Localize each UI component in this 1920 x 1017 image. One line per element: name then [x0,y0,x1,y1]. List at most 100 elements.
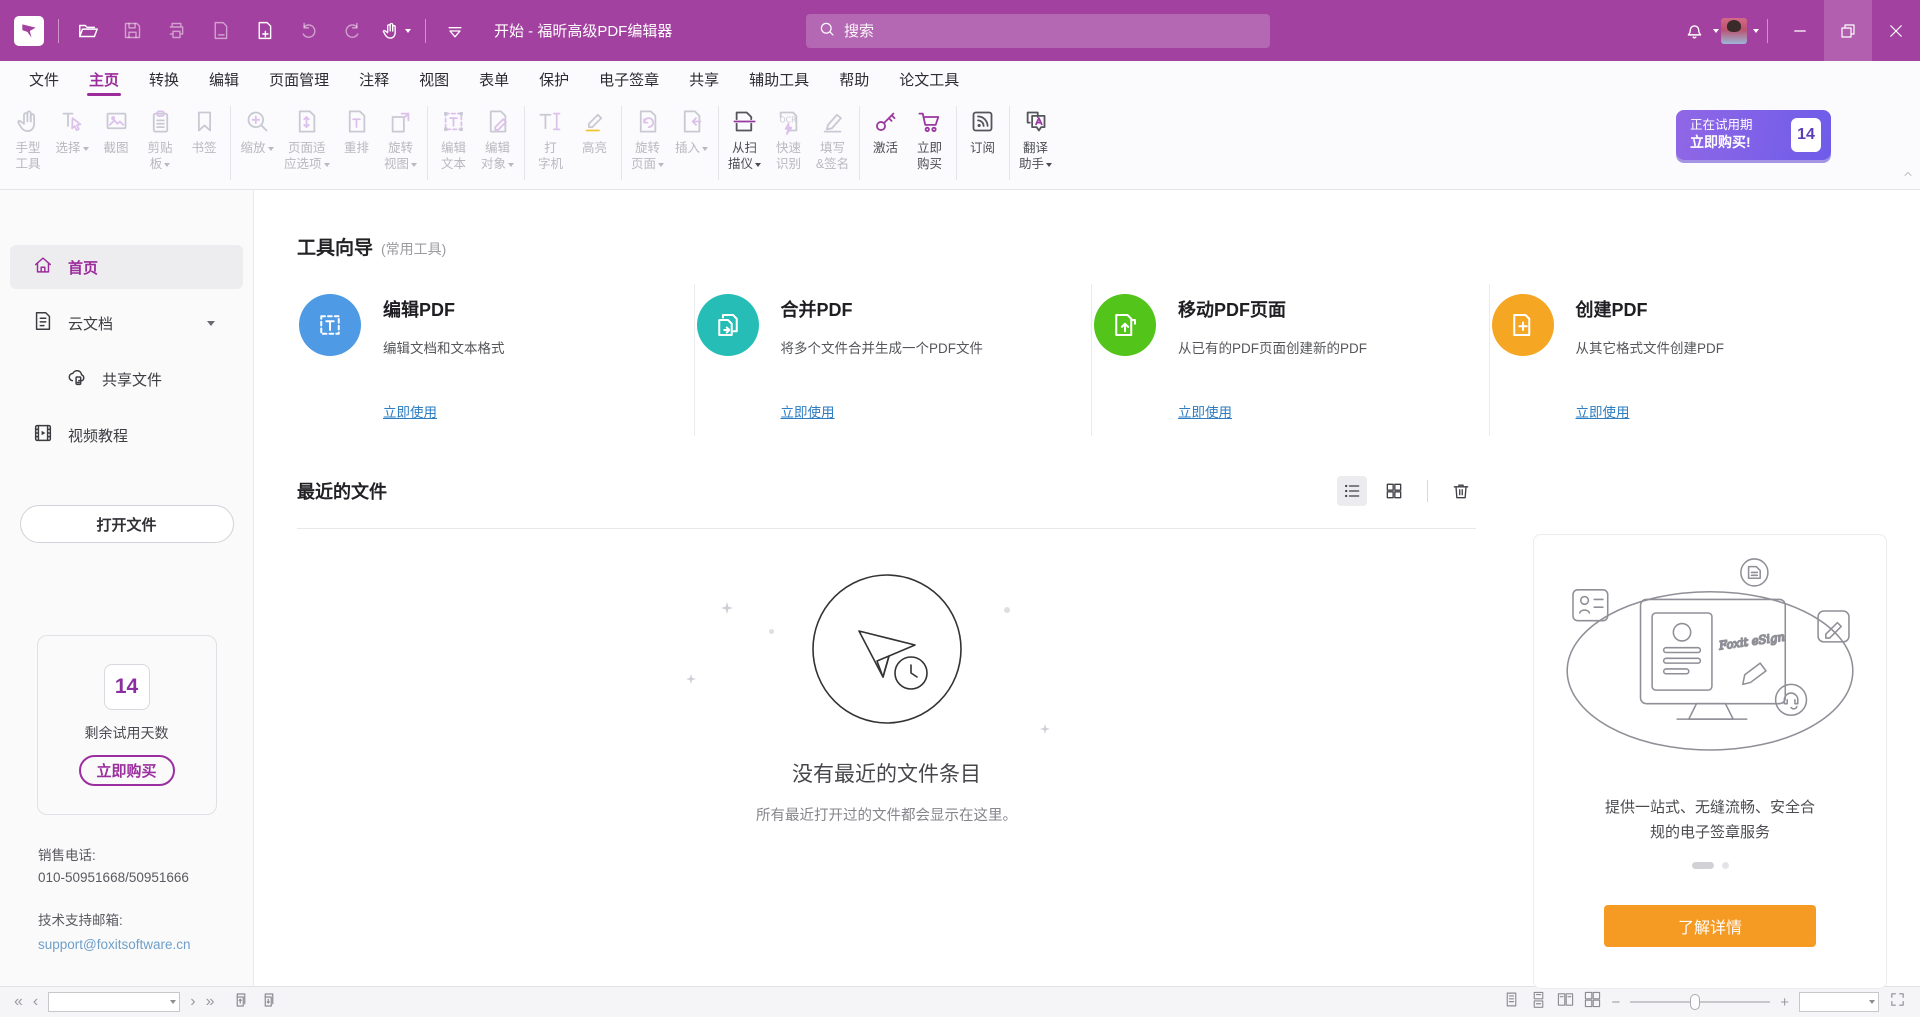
menu-accessibility[interactable]: 辅助工具 [734,61,824,98]
next-view-icon[interactable] [260,991,278,1014]
menu-protect[interactable]: 保护 [524,61,584,98]
trial-purchase-badge[interactable]: 正在试用期 立即购买! 14 [1676,110,1831,160]
open-file-main-button[interactable]: 打开文件 [20,505,234,543]
page-number-input[interactable] [52,995,170,1009]
add-pages-button[interactable] [249,16,279,46]
use-now-link[interactable]: 立即使用 [1576,401,1725,421]
clear-recent-trash-button[interactable] [1446,476,1476,506]
grid-view-button[interactable] [1379,476,1409,506]
tool-zoom[interactable]: 缩放 [235,104,279,156]
buy-now-button[interactable]: 立即购买 [79,755,175,786]
sidebar-item-cloud-docs[interactable]: 云文档 [10,301,243,345]
tool-fit-page[interactable]: 页面适 应选项 [279,104,335,173]
search-input[interactable] [844,23,1258,40]
next-page-button[interactable]: › [190,994,195,1010]
print-button[interactable] [161,16,191,46]
user-avatar[interactable] [1719,16,1749,46]
tool-typewriter[interactable]: 打 字机 [529,104,573,173]
tool-edit-object[interactable]: 编辑 对象 [476,104,520,173]
tool-reflow[interactable]: 重排 [335,104,379,156]
menu-paper-tools[interactable]: 论文工具 [884,61,974,98]
page-number-combo[interactable] [48,992,180,1012]
previous-page-button[interactable]: ‹ [33,994,38,1010]
search-box[interactable] [806,14,1270,48]
full-screen-icon[interactable] [1889,991,1906,1013]
ribbon-scroll-up-icon[interactable] [1902,167,1914,185]
tool-label: 高亮 [582,141,607,155]
tool-clipboard[interactable]: 剪贴 板 [138,104,182,173]
menu-view[interactable]: 视图 [404,61,464,98]
zoom-combo-caret-icon[interactable] [1869,1000,1875,1004]
zoom-in-button[interactable]: + [1780,994,1789,1011]
tool-bookmark[interactable]: 书签 [182,104,226,156]
first-page-button[interactable]: « [14,994,23,1010]
card-merge-pdf[interactable]: 合并PDF 将多个文件合并生成一个PDF文件 立即使用 [695,284,1093,436]
list-view-button[interactable] [1337,476,1367,506]
tool-rotate-view[interactable]: 旋转 视图 [379,104,423,173]
tool-edit-text[interactable]: 编辑 文本 [432,104,476,173]
delete-pages-button[interactable] [205,16,235,46]
learn-more-button[interactable]: 了解详情 [1604,905,1816,947]
tool-snapshot[interactable]: 截图 [94,104,138,156]
card-move-pdf-pages[interactable]: 移动PDF页面 从已有的PDF页面创建新的PDF 立即使用 [1092,284,1490,436]
use-now-link[interactable]: 立即使用 [781,401,984,421]
restore-window-button[interactable] [1824,0,1872,61]
last-page-button[interactable]: » [206,994,215,1010]
close-button[interactable] [1872,0,1920,61]
tool-insert-pages[interactable]: 插入 [670,104,714,156]
carousel-dot[interactable] [1722,862,1729,869]
menu-file[interactable]: 文件 [14,61,74,98]
redo-button[interactable] [337,16,367,46]
tool-fill-sign[interactable]: 填写 &签名 [811,104,855,173]
zoom-level-input[interactable] [1803,995,1869,1009]
collapse-ribbon-icon[interactable] [440,16,470,46]
tool-rotate-pages[interactable]: 旋转 页面 [626,104,670,173]
menu-edit[interactable]: 编辑 [194,61,254,98]
cloud-docs-caret-icon[interactable] [207,321,215,326]
sidebar-item-video-tutorials[interactable]: 视频教程 [10,413,243,457]
tool-highlight[interactable]: 高亮 [573,104,617,156]
card-create-pdf[interactable]: 创建PDF 从其它格式文件创建PDF 立即使用 [1490,284,1888,436]
menu-share[interactable]: 共享 [674,61,734,98]
account-caret-icon[interactable] [1753,29,1759,33]
sidebar-footer: 销售电话: 010-50951668/50951666 技术支持邮箱: supp… [10,845,243,955]
zoom-out-button[interactable]: − [1611,994,1620,1011]
previous-view-icon[interactable] [232,991,250,1014]
zoom-slider[interactable] [1630,1001,1770,1003]
tool-hand[interactable]: 手型 工具 [6,104,50,173]
use-now-link[interactable]: 立即使用 [383,401,505,421]
page-combo-caret-icon[interactable] [170,1000,176,1004]
menu-form[interactable]: 表单 [464,61,524,98]
tool-buy-now[interactable]: 立即 购买 [908,104,952,173]
notifications-bell-icon[interactable] [1679,16,1709,46]
use-now-link[interactable]: 立即使用 [1178,401,1367,421]
zoom-level-combo[interactable] [1799,992,1879,1012]
facing-page-view-icon[interactable] [1557,991,1574,1013]
tool-from-scanner[interactable]: 从扫 描仪 [723,104,767,173]
menu-comment[interactable]: 注释 [344,61,404,98]
gesture-tool-button[interactable] [381,16,411,46]
undo-button[interactable] [293,16,323,46]
sidebar-item-home[interactable]: 首页 [10,245,243,289]
tool-translate-assistant[interactable]: 翻译 助手 [1014,104,1058,173]
tool-quick-ocr[interactable]: OCR 快速 识别 [767,104,811,173]
menu-esign[interactable]: 电子签章 [584,61,674,98]
facing-continuous-view-icon[interactable] [1584,991,1601,1013]
menu-page-organize[interactable]: 页面管理 [254,61,344,98]
menu-home[interactable]: 主页 [74,61,134,98]
zoom-slider-thumb[interactable] [1690,994,1700,1010]
sidebar-item-shared-files[interactable]: 共享文件 [10,357,243,401]
minimize-button[interactable] [1776,0,1824,61]
tool-activate[interactable]: 激活 [864,104,908,156]
single-page-view-icon[interactable] [1503,991,1520,1013]
card-edit-pdf[interactable]: 编辑PDF 编辑文档和文本格式 立即使用 [297,284,695,436]
open-file-button[interactable] [73,16,103,46]
tool-select[interactable]: 选择 [50,104,94,156]
continuous-page-view-icon[interactable] [1530,991,1547,1013]
save-button[interactable] [117,16,147,46]
tool-subscribe[interactable]: 订阅 [961,104,1005,156]
menu-convert[interactable]: 转换 [134,61,194,98]
carousel-dot-active[interactable] [1692,862,1714,869]
menu-help[interactable]: 帮助 [824,61,884,98]
support-email-link[interactable]: support@foxitsoftware.cn [38,934,243,956]
